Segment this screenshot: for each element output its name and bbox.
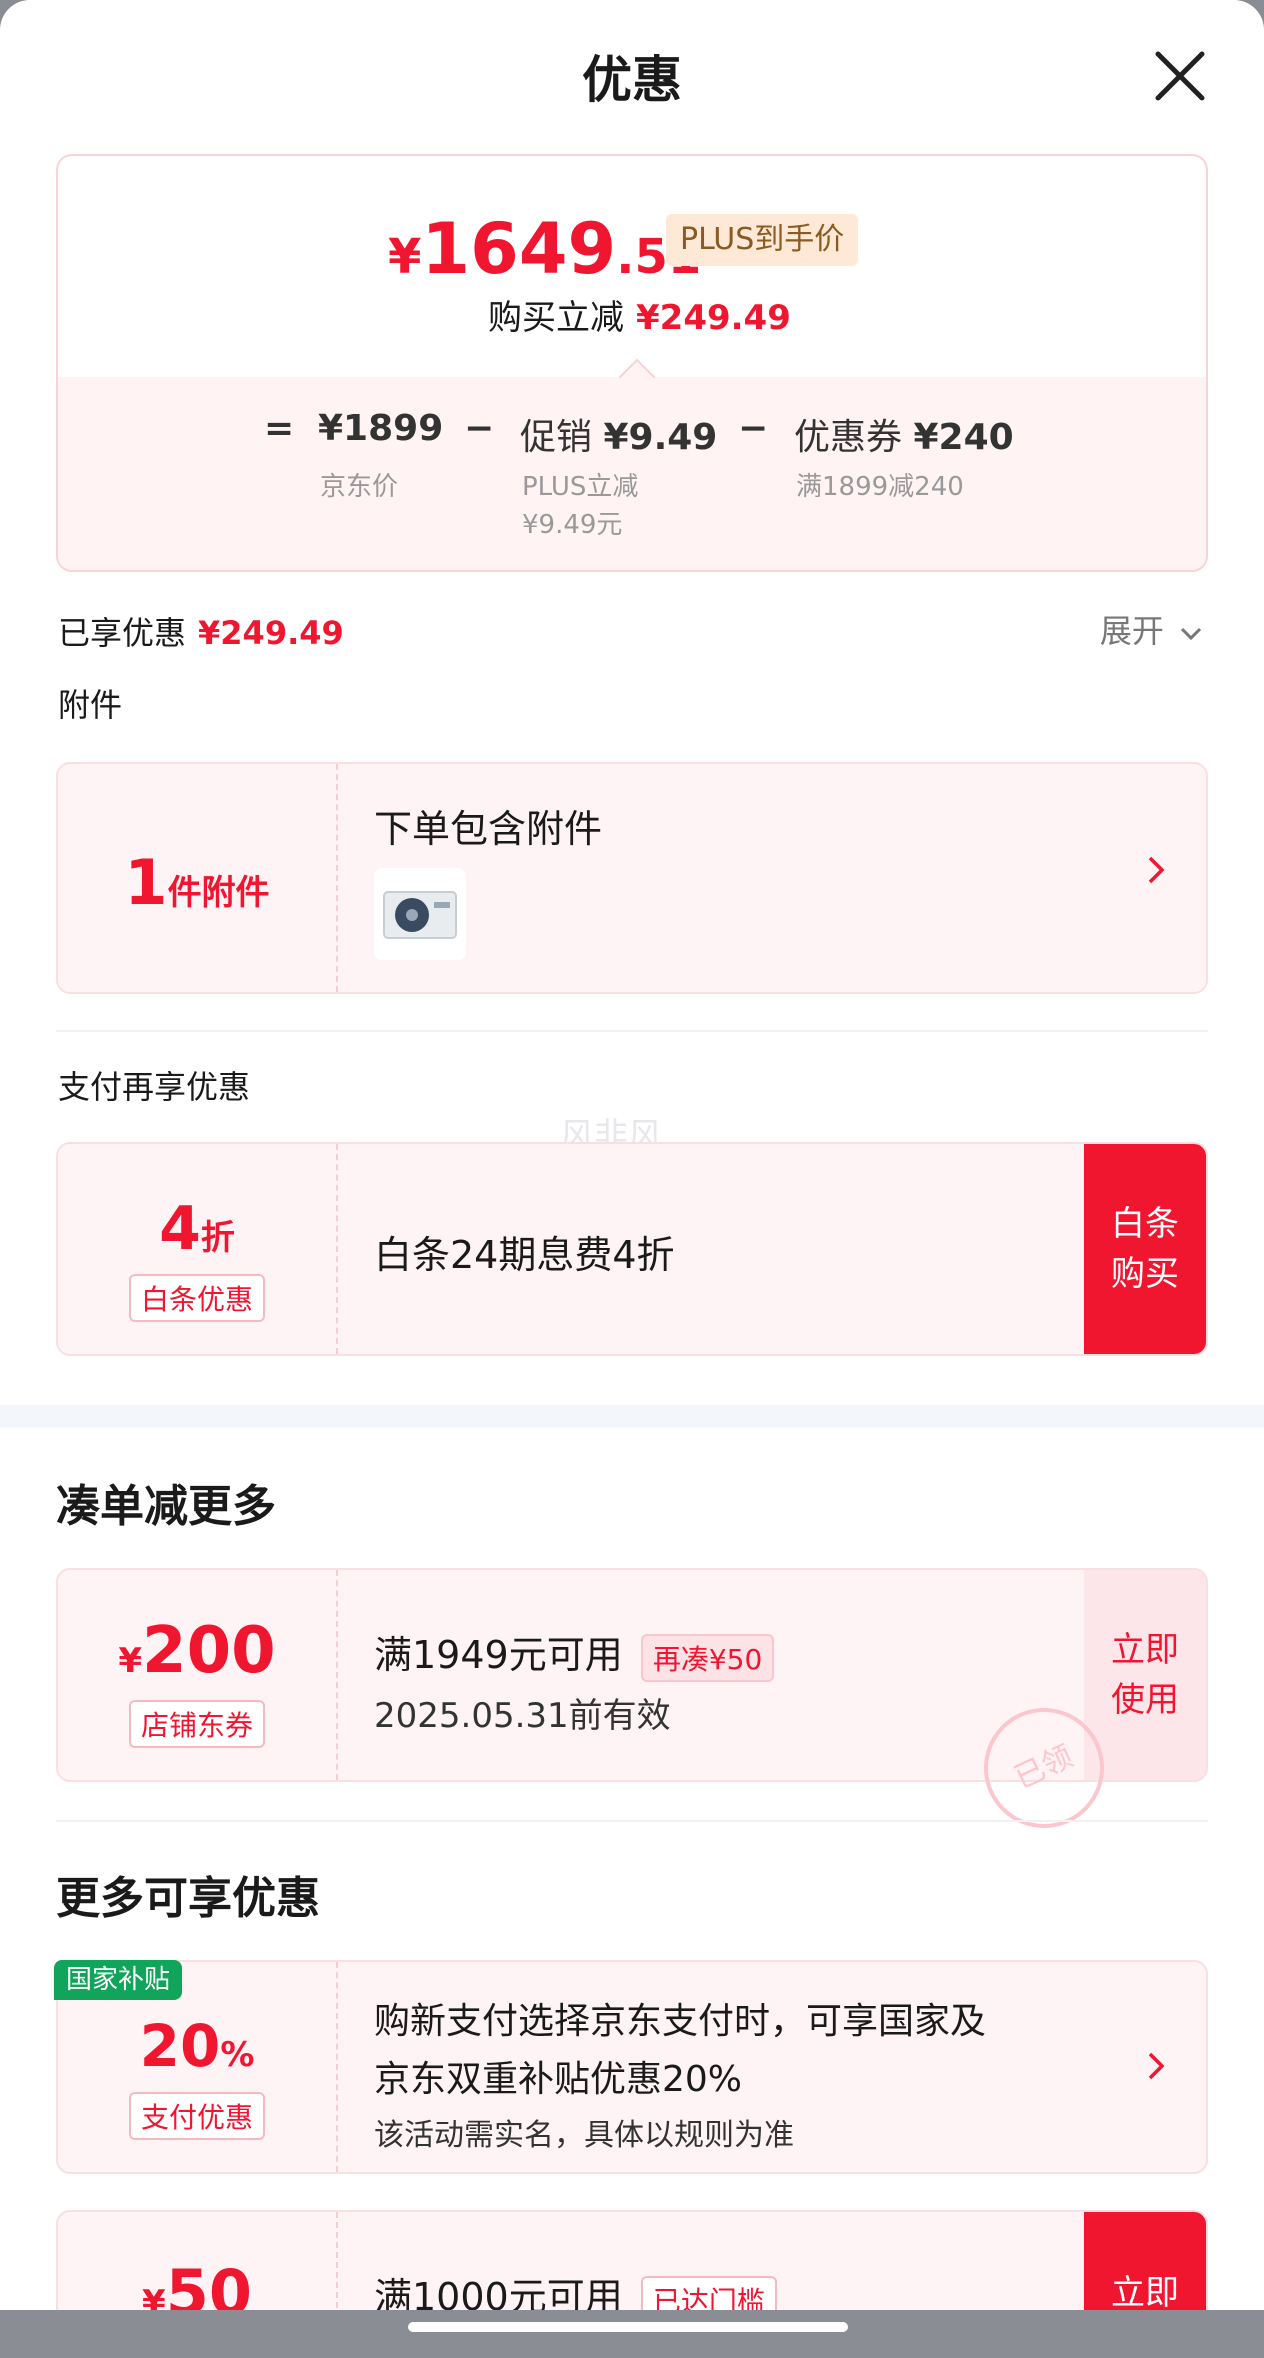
enjoyed-discount: 已享优惠 ¥249.49 [58,608,344,654]
use-button-line1: 立即 [1111,1630,1179,1670]
card-divider [336,1570,338,1780]
coupon-50-condition: 满1000元可用 已达门槛 [374,2266,777,2310]
promo-amount: ¥9.49 [603,417,718,458]
system-bottom-bar [0,2310,1264,2358]
store-coupon-tag: 店铺东券 [128,1700,265,1748]
chevron-down-icon [1180,627,1202,641]
accessories-count-value: 1 [124,846,168,919]
accessory-thumbnail[interactable] [374,868,466,960]
accessories-count-unit: 件附件 [167,873,270,913]
add-more-tag: 再凑¥50 [640,1633,775,1682]
use-now-button[interactable]: 立即 使用 [1084,1570,1206,1780]
promo-sub-label: PLUS立减 [522,472,639,502]
promo-discount: 促销 ¥9.49 [520,408,717,460]
card-divider [336,2212,338,2310]
subsidy-value-number: 20 [139,2012,221,2080]
national-subsidy-badge: 国家补贴 [54,1960,183,2000]
baitiao-button-line2: 购买 [1111,1254,1179,1294]
final-price-integer: 1649 [421,208,617,290]
close-icon[interactable] [1152,48,1208,104]
subsidy-line1: 购新支付选择京东支付时，可享国家及 [374,2001,987,2042]
coupon-label: 优惠券 [794,417,903,458]
store-coupon-currency: ¥ [118,1641,143,1681]
pay-discount-section-title: 支付再享优惠 [58,1068,251,1106]
baitiao-value-number: 4 [159,1194,201,1264]
chevron-right-icon [1144,852,1168,898]
baitiao-button-line1: 白条 [1111,1204,1179,1244]
store-coupon-amount: 200 [142,1614,276,1688]
coupon-50-use-button[interactable]: 立即 [1084,2212,1206,2310]
baitiao-card[interactable]: 4折 白条优惠 白条24期息费4折 白条购买 [56,1142,1208,1356]
coupon-50-amount: 50 [165,2256,252,2310]
baitiao-value: 4折 白条优惠 [58,1144,336,1354]
jd-price-label: 京东价 [320,472,399,502]
coupon-50-currency: ¥ [142,2283,166,2310]
expand-button[interactable]: 展开 [1100,606,1204,652]
instant-discount-label: 购买立减 [488,298,624,338]
minus-sign: − [464,408,495,449]
store-coupon-value: ¥200 店铺东券 [58,1570,336,1780]
coupon-amount: ¥240 [913,417,1014,458]
store-coupon-condition: 满1949元可用 再凑¥50 [374,1624,775,1682]
store-coupon-condition-text: 满1949元可用 [374,1633,623,1677]
section-separator [0,1405,1264,1427]
final-price: ¥1649.51 [388,208,701,290]
card-divider [336,1962,338,2172]
chevron-right-icon [1144,2048,1168,2094]
equals-sign: = [264,408,295,449]
coupon-discount: 优惠券 ¥240 [794,408,1014,460]
subsidy-line2: 京东双重补贴优惠20% [374,2059,743,2100]
use-button-line2: 使用 [1111,1680,1179,1720]
subsidy-value-unit: % [220,2035,255,2075]
accessories-title: 下单包含附件 [374,807,603,851]
coupon-50-value: ¥50 [58,2212,336,2310]
coupon-sub-label: 满1899减240 [796,472,964,502]
promo-label: 促销 [520,417,593,458]
card-divider [336,1144,338,1354]
combine-section-title: 凑单减更多 [56,1481,276,1532]
subsidy-tag: 支付优惠 [128,2092,265,2140]
coupon-50-card[interactable]: ¥50 满1000元可用 已达门槛 立即 [56,2210,1208,2310]
instant-discount: 购买立减 ¥249.49 [488,290,791,339]
expand-label: 展开 [1099,612,1164,650]
store-coupon-validity: 2025.05.31前有效 [374,1696,671,1736]
divider-line [56,1030,1208,1032]
promo-sub-amount: ¥9.49元 [522,510,623,540]
jd-price: ¥1899 [318,408,443,449]
enjoyed-amount: ¥249.49 [198,614,344,652]
accessories-card[interactable]: 1件附件 下单包含附件 [56,762,1208,994]
discount-sheet: 优惠 ¥1649.51 PLUS到手价 购买立减 ¥249.49 = ¥1899 … [0,0,1264,2310]
minus-sign-2: − [738,408,769,449]
card-divider [336,764,338,992]
subsidy-note: 该活动需实名，具体以规则为准 [374,2118,794,2153]
instant-discount-amount: ¥249.49 [636,298,791,338]
subsidy-card[interactable]: 20% 支付优惠 购新支付选择京东支付时，可享国家及 京东双重补贴优惠20% 该… [56,1960,1208,2174]
threshold-reached-tag: 已达门槛 [640,2275,777,2310]
sheet-title: 优惠 [582,51,682,109]
coupon-50-button-line1: 立即 [1111,2273,1179,2310]
divider-line [56,1820,1208,1822]
baitiao-value-unit: 折 [200,1218,235,1258]
final-price-currency: ¥ [388,229,422,285]
baitiao-buy-button[interactable]: 白条 购买 [1084,1144,1206,1354]
plus-price-tag: PLUS到手价 [666,214,859,266]
jd-price-value: ¥1899 [318,408,444,449]
baitiao-tag: 白条优惠 [128,1274,265,1322]
enjoyed-label: 已享优惠 [58,614,187,652]
accessories-section-title: 附件 [58,686,123,724]
home-indicator[interactable] [408,2322,848,2332]
price-summary-card: ¥1649.51 PLUS到手价 购买立减 ¥249.49 = ¥1899 京东价… [56,154,1208,572]
accessories-count: 1件附件 [58,764,336,992]
coupon-50-condition-text: 满1000元可用 [374,2275,623,2310]
more-section-title: 更多可享优惠 [56,1873,320,1924]
baitiao-text: 白条24期息费4折 [374,1233,675,1277]
